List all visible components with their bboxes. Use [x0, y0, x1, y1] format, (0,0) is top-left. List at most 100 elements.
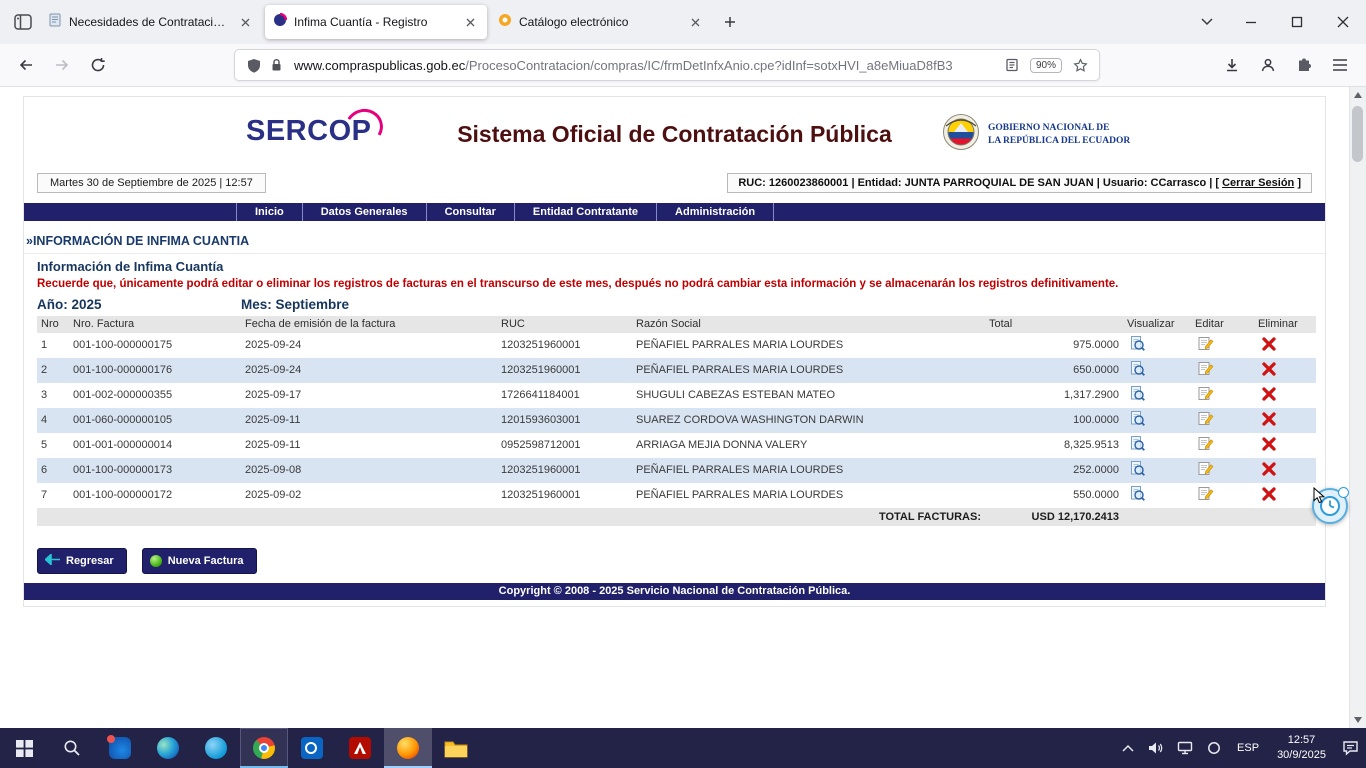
network-icon[interactable]	[1170, 728, 1200, 768]
editar-icon[interactable]	[1197, 485, 1214, 502]
acrobat-icon[interactable]	[336, 728, 384, 768]
tab-necesidades[interactable]: Necesidades de Contratación y	[40, 5, 262, 39]
firefox-view-icon[interactable]	[6, 6, 40, 38]
clock[interactable]: 12:57 30/9/2025	[1268, 728, 1335, 768]
visualizar-icon[interactable]	[1129, 385, 1146, 402]
scroll-up-icon[interactable]	[1350, 87, 1366, 103]
downloads-icon[interactable]	[1216, 49, 1248, 81]
recorder-tray-icon[interactable]	[1200, 728, 1228, 768]
tray-expand-icon[interactable]	[1115, 728, 1141, 768]
cell-ruc: 1203251960001	[497, 333, 632, 358]
favicon	[48, 13, 62, 32]
cell-visualizar	[1123, 358, 1191, 383]
scrollbar-thumb[interactable]	[1352, 106, 1363, 162]
shield-icon[interactable]	[243, 54, 265, 76]
visualizar-icon[interactable]	[1129, 410, 1146, 427]
table-row: 2 001-100-000000176 2025-09-24 120325196…	[37, 358, 1316, 383]
eliminar-icon[interactable]	[1260, 361, 1277, 378]
eliminar-icon[interactable]	[1260, 386, 1277, 403]
refresh-icon[interactable]	[82, 49, 114, 81]
firefox-icon[interactable]	[384, 728, 432, 768]
list-all-tabs-icon[interactable]	[1192, 7, 1222, 37]
vertical-scrollbar[interactable]	[1349, 87, 1366, 728]
eliminar-icon[interactable]	[1260, 486, 1277, 503]
extensions-icon[interactable]	[1288, 49, 1320, 81]
eliminar-icon[interactable]	[1260, 461, 1277, 478]
eliminar-icon[interactable]	[1260, 411, 1277, 428]
account-icon[interactable]	[1252, 49, 1284, 81]
cell-eliminar	[1254, 433, 1316, 458]
eliminar-icon[interactable]	[1260, 336, 1277, 353]
visualizar-icon[interactable]	[1129, 360, 1146, 377]
tab-title: Necesidades de Contratación y	[69, 15, 229, 29]
close-window-icon[interactable]	[1320, 0, 1366, 44]
back-icon[interactable]	[10, 49, 42, 81]
eliminar-icon[interactable]	[1260, 436, 1277, 453]
visualizar-icon[interactable]	[1129, 460, 1146, 477]
minimize-icon[interactable]	[1228, 0, 1274, 44]
nueva-factura-button[interactable]: Nueva Factura	[142, 548, 257, 574]
forward-icon[interactable]	[46, 49, 78, 81]
mail-app-icon[interactable]	[96, 728, 144, 768]
visualizar-icon[interactable]	[1129, 435, 1146, 452]
cell-nro: 5	[37, 433, 69, 458]
main-container: SERCOP Sistema Oficial de Contratación P…	[23, 96, 1326, 607]
editar-icon[interactable]	[1197, 435, 1214, 452]
visualizar-icon[interactable]	[1129, 335, 1146, 352]
cell-total: 100.0000	[985, 408, 1123, 433]
url-bar[interactable]: www.compraspublicas.gob.ec/ProcesoContra…	[234, 49, 1100, 81]
editar-icon[interactable]	[1197, 335, 1214, 352]
cell-factura: 001-002-000000355	[69, 383, 241, 408]
editar-icon[interactable]	[1197, 360, 1214, 377]
close-icon[interactable]	[461, 13, 479, 31]
nav-item-administracion[interactable]: Administración	[656, 203, 774, 221]
nav-item-datos-generales[interactable]: Datos Generales	[302, 203, 426, 221]
menu-icon[interactable]	[1324, 49, 1356, 81]
visualizar-icon[interactable]	[1129, 485, 1146, 502]
lock-icon[interactable]	[265, 54, 287, 76]
scroll-down-icon[interactable]	[1350, 712, 1366, 728]
close-icon[interactable]	[686, 13, 704, 31]
desktop-screen: Necesidades de Contratación y Infima Cua…	[0, 0, 1366, 768]
maximize-icon[interactable]	[1274, 0, 1320, 44]
col-header-razon-social: Razón Social	[632, 316, 985, 333]
nav-item-entidad-contratante[interactable]: Entidad Contratante	[514, 203, 656, 221]
bookmark-star-icon[interactable]	[1069, 54, 1091, 76]
url-domain: www.compraspublicas.gob.ec	[294, 58, 465, 73]
skype-icon[interactable]	[192, 728, 240, 768]
logout-link[interactable]: Cerrar Sesión	[1222, 177, 1294, 189]
cell-ruc: 0952598712001	[497, 433, 632, 458]
cell-nro: 3	[37, 383, 69, 408]
editar-icon[interactable]	[1197, 385, 1214, 402]
file-explorer-icon[interactable]	[432, 728, 480, 768]
mouse-cursor	[1313, 487, 1326, 509]
tab-catalogo[interactable]: Catálogo electrónico	[490, 5, 712, 39]
editar-icon[interactable]	[1197, 410, 1214, 427]
editar-icon[interactable]	[1197, 460, 1214, 477]
col-header-eliminar: Eliminar	[1254, 316, 1316, 333]
col-header-fecha: Fecha de emisión de la factura	[241, 316, 497, 333]
new-item-icon	[150, 555, 162, 567]
search-icon[interactable]	[48, 728, 96, 768]
new-tab-icon[interactable]	[715, 7, 745, 37]
regresar-button[interactable]: Regresar	[37, 548, 127, 574]
table-row: 3 001-002-000000355 2025-09-17 172664118…	[37, 383, 1316, 408]
nav-item-consultar[interactable]: Consultar	[426, 203, 514, 221]
volume-icon[interactable]	[1141, 728, 1170, 768]
zoom-level-badge[interactable]: 90%	[1030, 58, 1062, 73]
nav-item-inicio[interactable]: Inicio	[236, 203, 302, 221]
language-indicator[interactable]: ESP	[1228, 728, 1268, 768]
action-center-icon[interactable]	[1335, 728, 1366, 768]
chrome-icon[interactable]	[240, 728, 288, 768]
edge-icon[interactable]	[144, 728, 192, 768]
scrollbar-track[interactable]	[1350, 103, 1366, 712]
start-button[interactable]	[0, 728, 48, 768]
cell-total: 1,317.2900	[985, 383, 1123, 408]
close-icon[interactable]	[236, 13, 254, 31]
tab-infima-cuantia[interactable]: Infima Cuantía - Registro	[265, 5, 487, 39]
cell-eliminar	[1254, 483, 1316, 508]
cell-razon-social: SUAREZ CORDOVA WASHINGTON DARWIN	[632, 408, 985, 433]
page-footer: Copyright © 2008 - 2025 Servicio Naciona…	[24, 583, 1325, 600]
outlook-icon[interactable]	[288, 728, 336, 768]
reader-mode-icon[interactable]	[1001, 54, 1023, 76]
